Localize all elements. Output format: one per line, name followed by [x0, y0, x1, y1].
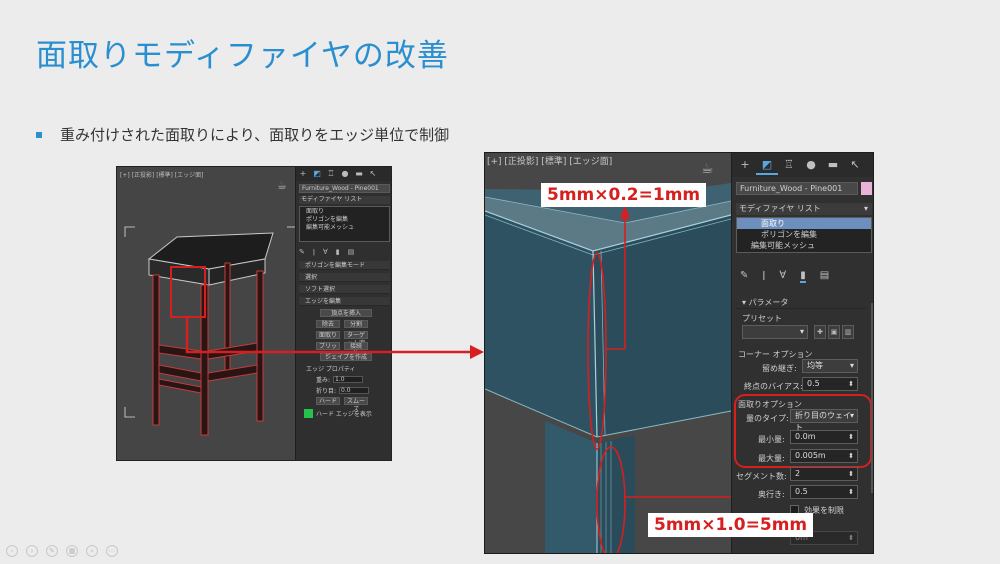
rollout-selection[interactable]: 選択 — [299, 273, 390, 282]
stack-item[interactable]: 面取り — [306, 208, 383, 216]
segments-spinner[interactable]: 2 ⬍ — [790, 467, 858, 481]
slides-grid-icon[interactable]: ▦ — [66, 545, 78, 557]
crease-label: 折り目: — [316, 387, 337, 395]
callout-max-chamfer: 5mm×1.0=5mm — [648, 513, 814, 537]
button-row: 除去 分割 — [316, 320, 390, 328]
zoom-icon[interactable]: ⌕ — [86, 545, 98, 557]
viewcube-teapot-icon[interactable]: ☕ — [277, 179, 287, 192]
presentation-controls: ‹ › ✎ ▦ ⌕ ⋯ — [6, 545, 118, 557]
weight-label: 重み: — [316, 376, 331, 384]
wrench-icon[interactable]: ↖ — [366, 167, 380, 181]
chamfered-corner-model — [485, 153, 731, 553]
right-command-panel: + ◩ ♖ ● ▬ ↖ Furniture_Wood - Pine001 モディ… — [731, 153, 873, 553]
edge-properties-label: エッジ プロパティ — [306, 364, 390, 373]
hard-button[interactable]: ハード — [316, 397, 340, 405]
bullet-item: 重み付けされた面取りにより、面取りをエッジ単位で制御 — [36, 124, 449, 145]
spinner-arrows-icon[interactable]: ⬍ — [848, 468, 854, 480]
command-panel-tabs: + ◩ ♖ ● ▬ ↖ — [296, 167, 391, 181]
hierarchy-icon[interactable]: ♖ — [324, 167, 338, 181]
connect-button[interactable]: 接続 — [344, 342, 368, 350]
show-hard-edges-row: ハード エッジを表示 — [304, 409, 390, 418]
object-name-field[interactable]: Furniture_Wood - Pine001 — [299, 184, 390, 193]
weight-field: 重み: 1.0 — [316, 375, 390, 384]
depth-value: 0.5 — [795, 487, 808, 496]
segments-value: 2 — [795, 469, 801, 478]
viewport-label[interactable]: [+] [正投影] [標準] [エッジ面] — [487, 154, 612, 167]
show-hard-edges-label[interactable]: ハード エッジを表示 — [316, 409, 372, 418]
make-unique-icon[interactable]: ∀ — [323, 248, 328, 258]
spinner-arrows-icon[interactable]: ⬍ — [848, 486, 854, 498]
stack-toolbar: ✎ ǀ ∀ ▮ ▤ — [299, 248, 390, 258]
bullet-text: 重み付けされた面取りにより、面取りをエッジ単位で制御 — [60, 126, 450, 144]
button-row: ブリッジ 接続 — [316, 342, 390, 358]
bullet-marker — [36, 131, 42, 138]
chamfer-button[interactable]: 面取り — [316, 331, 340, 339]
segments-label: セグメント数: — [736, 472, 787, 481]
smooth-button[interactable]: スムーズ — [344, 397, 368, 413]
configure-icon[interactable]: ▤ — [348, 248, 355, 258]
next-slide-icon[interactable]: › — [26, 545, 38, 557]
motion-icon[interactable]: ● — [338, 167, 352, 181]
bridge-button[interactable]: ブリッジ — [316, 342, 340, 358]
insert-vertex-button[interactable]: 頂点を挿入 — [320, 309, 372, 317]
right-screenshot: [+] [正投影] [標準] [エッジ面] ☕ + ◩ ♖ ● ▬ ↖ Furn… — [484, 152, 874, 554]
weight-spinner[interactable]: 1.0 — [333, 375, 364, 383]
viewport-label[interactable]: [+] [正投影] [標準] [エッジ面] — [120, 170, 203, 179]
stack-item[interactable]: ポリゴンを編集 — [306, 216, 383, 224]
rollout-edit-edges[interactable]: エッジを編集 — [299, 297, 390, 306]
plus-icon[interactable]: + — [296, 167, 310, 181]
remove-button[interactable]: 除去 — [316, 320, 340, 328]
modifier-stack: 面取り ポリゴンを編集 編集可能メッシュ — [299, 206, 390, 242]
spinner-arrows-icon[interactable]: ⬍ — [848, 532, 854, 544]
edge-properties-text: エッジ プロパティ — [306, 365, 356, 373]
rollout-soft-selection[interactable]: ソフト選択 — [299, 285, 390, 294]
show-end-result-icon[interactable]: ǀ — [313, 248, 315, 258]
split-button[interactable]: 分割 — [344, 320, 368, 328]
depth-spinner[interactable]: 0.5 ⬍ — [790, 485, 858, 499]
callout-min-chamfer: 5mm×0.2=1mm — [541, 183, 707, 207]
panel-scrollbar[interactable] — [871, 303, 873, 493]
left-screenshot: [+] [正投影] [標準] [エッジ面] ☕ + ◩ ♖ ● ▬ ↖ Furn… — [116, 166, 392, 461]
pen-icon[interactable]: ✎ — [46, 545, 58, 557]
pin-icon[interactable]: ✎ — [299, 248, 305, 258]
modifier-list-dropdown[interactable]: モディファイヤ リスト — [299, 196, 390, 204]
bend-icon[interactable]: ◩ — [310, 167, 324, 181]
previous-slide-icon[interactable]: ‹ — [6, 545, 18, 557]
display-icon[interactable]: ▬ — [352, 167, 366, 181]
button-row: 面取り ターゲット溶接 — [316, 331, 390, 355]
crease-spinner[interactable]: 0.0 — [339, 386, 370, 394]
delete-modifier-icon[interactable]: ▮ — [336, 248, 340, 258]
hard-edge-color-swatch[interactable] — [304, 409, 313, 418]
left-command-panel: + ◩ ♖ ● ▬ ↖ Furniture_Wood - Pine001 モディ… — [295, 167, 391, 460]
right-viewport[interactable]: [+] [正投影] [標準] [エッジ面] ☕ — [485, 153, 731, 553]
left-viewport[interactable]: [+] [正投影] [標準] [エッジ面] ☕ — [117, 167, 295, 460]
slide-title: 面取りモディファイヤの改善 — [36, 38, 449, 74]
crease-field: 折り目: 0.0 — [316, 386, 390, 395]
rollout-edit-poly-mode[interactable]: ポリゴンを編集モード — [299, 261, 390, 270]
button-row: ハード スムーズ — [316, 397, 390, 413]
depth-label: 奥行き: — [758, 490, 785, 499]
target-weld-button[interactable]: ターゲット溶接 — [344, 331, 368, 355]
more-options-icon[interactable]: ⋯ — [106, 545, 118, 557]
stack-item[interactable]: 編集可能メッシュ — [306, 224, 383, 232]
create-shape-button[interactable]: シェイプを作成 — [320, 353, 372, 361]
stool-model — [124, 226, 295, 436]
viewcube-teapot-icon[interactable]: ☕ — [701, 161, 714, 177]
